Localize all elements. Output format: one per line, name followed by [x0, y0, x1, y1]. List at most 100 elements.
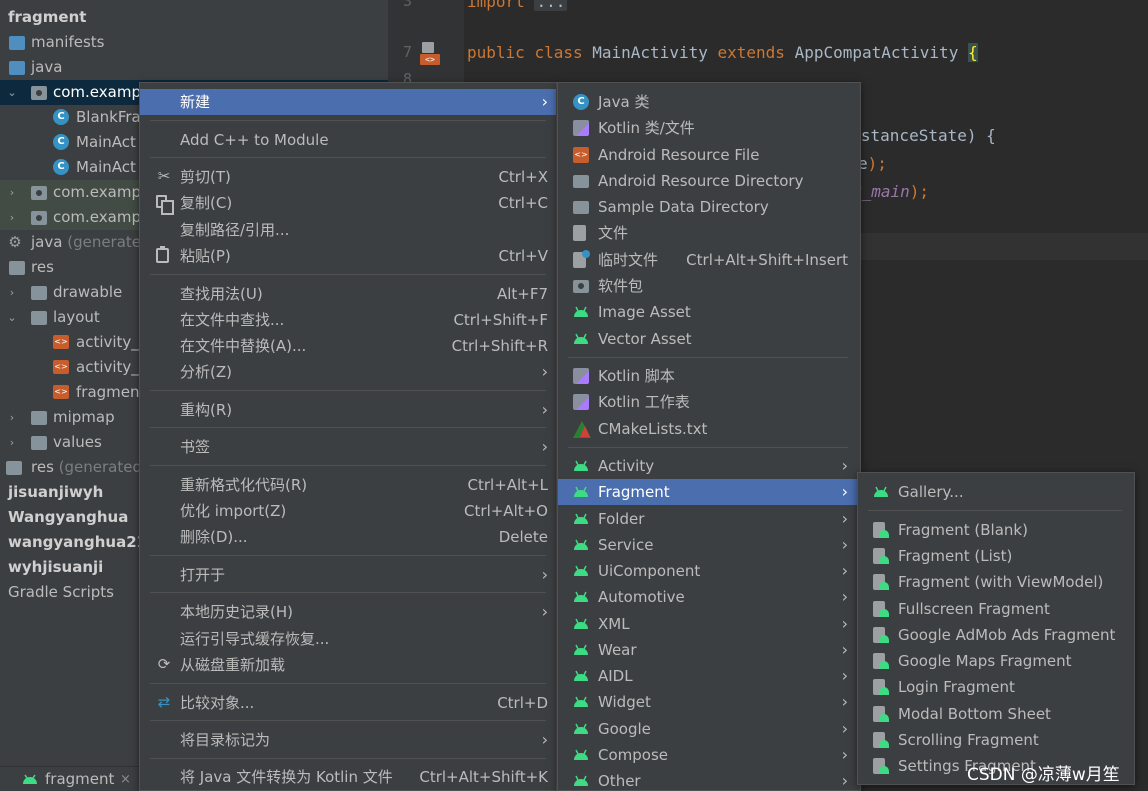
menu-item-label: Activity [598, 457, 655, 475]
menu-item-android-resource-directory[interactable]: Android Resource Directory [558, 168, 860, 194]
menu-item-paste[interactable]: 粘贴(P) Ctrl+V [140, 243, 556, 269]
menu-item-login-fragment[interactable]: Login Fragment [858, 674, 1134, 700]
menu-item-widget[interactable]: Widget › [558, 689, 860, 715]
menu-item-folder[interactable]: Folder › [558, 506, 860, 532]
menu-item-copy[interactable]: 复制(C) Ctrl+C [140, 190, 556, 216]
menu-item-replace-in-files[interactable]: 在文件中替换(A)... Ctrl+Shift+R [140, 333, 556, 359]
chevron-down-icon[interactable]: ⌄ [6, 305, 18, 330]
menu-item-label: Gallery... [898, 483, 964, 501]
menu-item-compose[interactable]: Compose › [558, 742, 860, 768]
menu-item-aidl[interactable]: AIDL › [558, 663, 860, 689]
menu-item-uicomponent[interactable]: UiComponent › [558, 558, 860, 584]
menu-item-modal-bottom-sheet[interactable]: Modal Bottom Sheet [858, 701, 1134, 727]
related-layout-icon[interactable]: <> [420, 42, 442, 66]
menu-item-fragment[interactable]: Fragment › [558, 479, 860, 505]
chevron-right-icon[interactable]: › [6, 205, 18, 230]
menu-item-label: 文件 [598, 224, 629, 242]
menu-item-gallery[interactable]: Gallery... [858, 479, 1134, 505]
menu-item-fullscreen-fragment[interactable]: Fullscreen Fragment [858, 596, 1134, 622]
menu-item-delete[interactable]: 删除(D)... Delete [140, 524, 556, 550]
tree-item-label: com.examp [53, 208, 141, 226]
menu-item-find-usages[interactable]: 查找用法(U) Alt+F7 [140, 281, 556, 307]
menu-item-find-in-files[interactable]: 在文件中查找... Ctrl+Shift+F [140, 307, 556, 333]
menu-item-analyze[interactable]: 分析(Z) › [140, 359, 556, 385]
reload-icon: ⟳ [157, 655, 171, 673]
chevron-right-icon[interactable]: › [6, 405, 18, 430]
menu-item-vector-asset[interactable]: Vector Asset [558, 326, 860, 352]
menu-item-xml[interactable]: XML › [558, 611, 860, 637]
menu-item-kotlin-class[interactable]: Kotlin 类/文件 [558, 115, 860, 141]
menu-item-kotlin-script[interactable]: Kotlin 脚本 [558, 363, 860, 389]
menu-item-activity[interactable]: Activity › [558, 453, 860, 479]
class-icon: C [53, 159, 69, 175]
chevron-right-icon: › [841, 482, 848, 501]
menu-item-scratch-file[interactable]: 临时文件 Ctrl+Alt+Shift+Insert [558, 247, 860, 273]
menu-item-reformat-code[interactable]: 重新格式化代码(R) Ctrl+Alt+L [140, 472, 556, 498]
menu-item-android-resource-file[interactable]: <> Android Resource File [558, 142, 860, 168]
menu-item-add-cpp[interactable]: Add C++ to Module [140, 127, 556, 153]
menu-item-scrolling-fragment[interactable]: Scrolling Fragment [858, 727, 1134, 753]
menu-item-mark-directory-as[interactable]: 将目录标记为 › [140, 727, 556, 753]
tree-item-fragment-module[interactable]: fragment [0, 5, 388, 30]
package-icon [31, 211, 47, 225]
tree-item-label: activity_r [76, 358, 145, 376]
menu-item-compare-with[interactable]: ⇄ 比较对象... Ctrl+D [140, 690, 556, 716]
menu-item-maps-fragment[interactable]: Google Maps Fragment [858, 648, 1134, 674]
menu-item-wear[interactable]: Wear › [558, 637, 860, 663]
menu-item-shortcut: Ctrl+Alt+Shift+K [419, 768, 548, 786]
folded-code[interactable]: ... [534, 0, 568, 11]
run-tab-fragment[interactable]: fragment × [0, 766, 140, 791]
fragment-template-icon [873, 601, 889, 617]
chevron-right-icon[interactable]: › [6, 180, 18, 205]
menu-item-local-history[interactable]: 本地历史记录(H) › [140, 599, 556, 625]
menu-item-fragment-list[interactable]: Fragment (List) [858, 543, 1134, 569]
menu-item-label: Kotlin 类/文件 [598, 119, 695, 137]
menu-item-fragment-viewmodel[interactable]: Fragment (with ViewModel) [858, 569, 1134, 595]
android-icon [574, 591, 588, 602]
menu-item-label: Widget [598, 693, 651, 711]
menu-item-automotive[interactable]: Automotive › [558, 584, 860, 610]
menu-item-copy-path[interactable]: 复制路径/引用... [140, 217, 556, 243]
menu-item-bookmarks[interactable]: 书签 › [140, 434, 556, 460]
menu-item-refactor[interactable]: 重构(R) › [140, 397, 556, 423]
menu-item-image-asset[interactable]: Image Asset [558, 299, 860, 325]
menu-item-cmakelists[interactable]: CMakeLists.txt [558, 416, 860, 442]
close-icon[interactable]: × [120, 767, 131, 791]
menu-item-java-class[interactable]: C Java 类 [558, 89, 860, 115]
chevron-right-icon: › [841, 640, 848, 659]
folder-icon [31, 286, 47, 300]
menu-item-google[interactable]: Google › [558, 716, 860, 742]
tree-item-java[interactable]: java [0, 55, 388, 80]
chevron-right-icon: › [841, 666, 848, 685]
tree-item-label: wyhjisuanji [8, 558, 104, 576]
menu-item-cut[interactable]: ✂ 剪切(T) Ctrl+X [140, 164, 556, 190]
menu-item-open-in[interactable]: 打开于 › [140, 562, 556, 588]
menu-item-optimize-imports[interactable]: 优化 import(Z) Ctrl+Alt+O [140, 498, 556, 524]
tree-item-label: drawable [53, 283, 123, 301]
menu-item-other[interactable]: Other › [558, 768, 860, 791]
tree-item-label: java [31, 58, 63, 76]
menu-item-label: Android Resource File [598, 146, 760, 164]
chevron-right-icon[interactable]: › [6, 430, 18, 455]
menu-item-fragment-blank[interactable]: Fragment (Blank) [858, 517, 1134, 543]
menu-item-kotlin-worksheet[interactable]: Kotlin 工作表 [558, 389, 860, 415]
menu-item-label: CMakeLists.txt [598, 420, 708, 438]
menu-item-package[interactable]: 软件包 [558, 273, 860, 299]
menu-item-label: Automotive [598, 588, 685, 606]
fragment-template-icon [873, 653, 889, 669]
menu-item-label: Folder [598, 510, 645, 528]
menu-item-reload-from-disk[interactable]: ⟳ 从磁盘重新加载 [140, 652, 556, 678]
chevron-down-icon[interactable]: ⌄ [6, 80, 18, 105]
menu-item-cache-recovery[interactable]: 运行引导式缓存恢复... [140, 626, 556, 652]
menu-item-admob-fragment[interactable]: Google AdMob Ads Fragment [858, 622, 1134, 648]
project-context-menu: 新建 › Add C++ to Module ✂ 剪切(T) Ctrl+X 复制… [139, 82, 557, 791]
menu-item-file[interactable]: 文件 [558, 220, 860, 246]
menu-item-service[interactable]: Service › [558, 532, 860, 558]
menu-item-new[interactable]: 新建 › [140, 89, 556, 115]
tree-item-manifests[interactable]: manifests [0, 30, 388, 55]
chevron-right-icon[interactable]: › [6, 280, 18, 305]
menu-item-label: Android Resource Directory [598, 172, 804, 190]
folder-icon [9, 36, 25, 50]
menu-item-sample-data-directory[interactable]: Sample Data Directory [558, 194, 860, 220]
menu-item-convert-java-to-kotlin[interactable]: 将 Java 文件转换为 Kotlin 文件 Ctrl+Alt+Shift+K [140, 764, 556, 790]
